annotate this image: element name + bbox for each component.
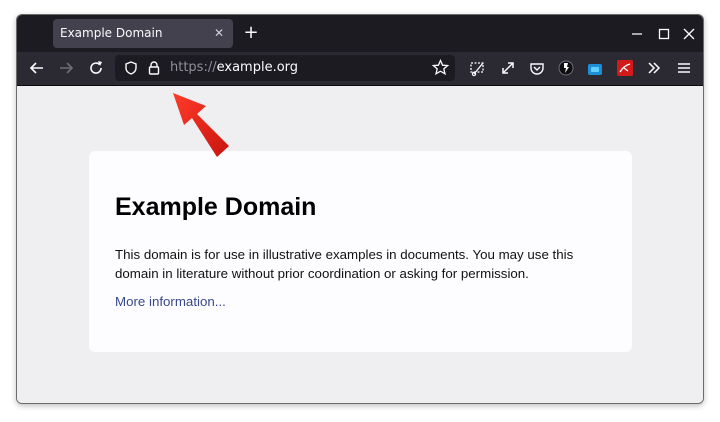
tab-example-domain[interactable]: Example Domain ✕: [53, 19, 233, 48]
back-arrow-icon[interactable]: [28, 59, 46, 77]
page-description: This domain is for use in illustrative e…: [115, 247, 574, 281]
overflow-icon[interactable]: [645, 59, 663, 77]
minimize-icon[interactable]: [630, 26, 644, 40]
fullscreen-icon[interactable]: [499, 59, 517, 77]
extension-icon[interactable]: [557, 59, 575, 77]
url-host: example.org: [216, 60, 299, 75]
screenshot-icon[interactable]: [469, 59, 487, 77]
annotation-arrow-icon: [173, 93, 229, 157]
browser-window: Example Domain ✕ + https://example.org E…: [16, 14, 704, 404]
close-tab-icon[interactable]: ✕: [213, 27, 225, 39]
pocket-icon[interactable]: [528, 59, 546, 77]
page-content: Example Domain This domain is for use in…: [17, 86, 703, 403]
tab-title: Example Domain: [60, 26, 163, 40]
tab-bar: Example Domain ✕ +: [17, 15, 703, 52]
navigation-toolbar: https://example.org 0: [17, 52, 703, 120]
page-heading: Example Domain: [115, 193, 317, 221]
shield-icon[interactable]: [123, 60, 139, 80]
reload-icon[interactable]: [87, 59, 105, 77]
container-icon[interactable]: [586, 59, 604, 77]
bookmark-star-icon[interactable]: [431, 58, 450, 80]
pdf-extension-icon[interactable]: [616, 59, 634, 77]
more-information-link[interactable]: More information...: [115, 294, 226, 309]
content-card: Example Domain This domain is for use in…: [89, 151, 632, 352]
maximize-icon[interactable]: [657, 26, 671, 40]
url-scheme: https://: [170, 60, 217, 75]
new-tab-icon[interactable]: +: [243, 24, 259, 42]
forward-arrow-icon[interactable]: [57, 59, 75, 77]
url-text[interactable]: https://example.org: [170, 60, 298, 75]
address-bar[interactable]: https://example.org: [115, 55, 455, 81]
lock-icon[interactable]: [147, 60, 161, 80]
close-window-icon[interactable]: [682, 26, 696, 40]
menu-icon[interactable]: [675, 59, 693, 77]
